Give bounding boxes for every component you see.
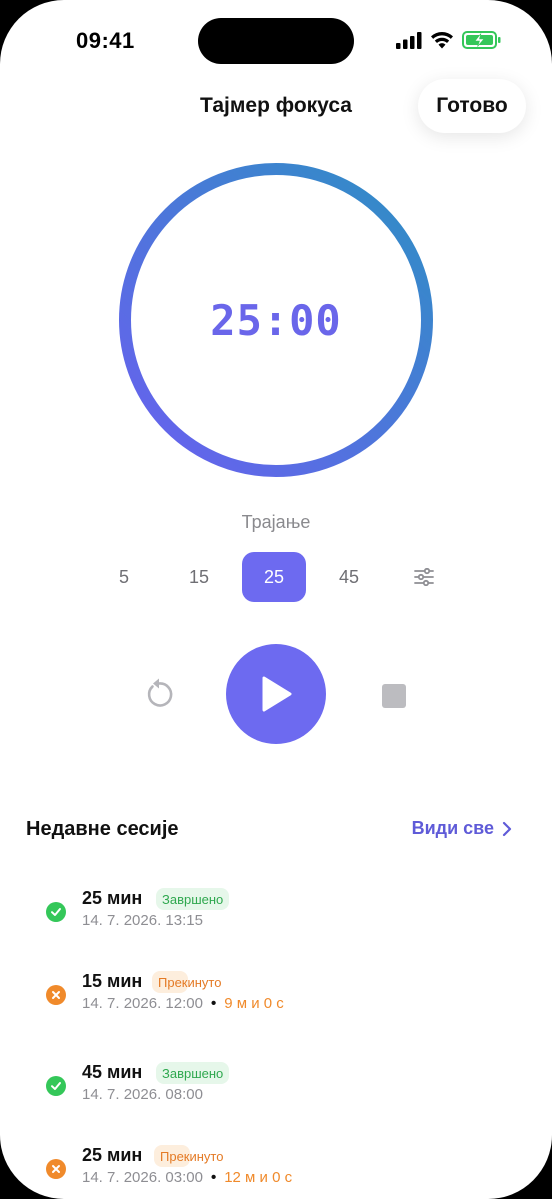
timer-controls bbox=[0, 644, 552, 746]
x-icon bbox=[46, 1159, 66, 1179]
x-icon bbox=[46, 985, 66, 1005]
recent-sessions-title: Недавне сесије bbox=[26, 818, 179, 840]
separator-dot: • bbox=[210, 995, 217, 1012]
duration-options: 5 15 25 45 bbox=[92, 552, 467, 602]
stop-button[interactable] bbox=[382, 684, 406, 708]
duration-option-25[interactable]: 25 bbox=[242, 552, 306, 602]
phone-screen: 09:41 Тајмер фокуса Готово 25:00 Трајање… bbox=[0, 0, 552, 1199]
session-meta: 14. 7. 2026. 08:00 bbox=[82, 1086, 203, 1103]
session-elapsed: 12 м и 0 с bbox=[224, 1169, 293, 1186]
sliders-icon bbox=[414, 568, 434, 586]
status-time: 09:41 bbox=[76, 28, 135, 53]
status-badge: Прекинуто bbox=[154, 1145, 223, 1167]
session-duration: 15 мин bbox=[82, 971, 143, 991]
status-badge: Завршено bbox=[156, 888, 230, 910]
session-duration: 45 мин bbox=[82, 1062, 143, 1082]
session-duration: 25 мин bbox=[82, 1145, 143, 1165]
done-button[interactable]: Готово bbox=[418, 79, 526, 133]
status-badge: Завршено bbox=[156, 1062, 230, 1084]
timer-ring: 25:00 bbox=[118, 162, 434, 478]
duration-option-45[interactable]: 45 bbox=[317, 552, 381, 602]
session-row[interactable]: 15 мин Прекинуто 14. 7. 2026. 12:00 • 9 … bbox=[46, 971, 516, 1031]
separator-dot: • bbox=[210, 1169, 217, 1186]
wifi-icon bbox=[431, 32, 453, 49]
chevron-right-icon bbox=[502, 821, 512, 836]
play-button[interactable] bbox=[226, 644, 326, 744]
reset-icon[interactable] bbox=[142, 677, 176, 711]
check-icon bbox=[46, 1076, 66, 1096]
battery-charging-icon bbox=[462, 31, 501, 49]
duration-option-15[interactable]: 15 bbox=[167, 552, 231, 602]
see-all-link[interactable]: Види све bbox=[412, 818, 512, 839]
status-badge: Прекинуто bbox=[152, 971, 221, 993]
play-icon bbox=[262, 676, 292, 712]
signal-icon bbox=[396, 32, 422, 49]
session-date: 14. 7. 2026. 08:00 bbox=[82, 1086, 203, 1103]
session-meta: 14. 7. 2026. 12:00 • 9 м и 0 с bbox=[82, 995, 284, 1012]
duration-option-5[interactable]: 5 bbox=[92, 552, 156, 602]
session-meta: 14. 7. 2026. 03:00 • 12 м и 0 с bbox=[82, 1169, 292, 1186]
duration-label: Трајање bbox=[241, 512, 311, 532]
session-date: 14. 7. 2026. 03:00 bbox=[82, 1169, 203, 1186]
session-elapsed: 9 м и 0 с bbox=[224, 995, 284, 1012]
session-row[interactable]: 25 мин Прекинуто 14. 7. 2026. 03:00 • 12… bbox=[46, 1145, 516, 1199]
session-date: 14. 7. 2026. 12:00 bbox=[82, 995, 203, 1012]
session-date: 14. 7. 2026. 13:15 bbox=[82, 912, 203, 929]
custom-duration-button[interactable] bbox=[392, 552, 456, 602]
see-all-label: Види све bbox=[411, 818, 494, 838]
session-row[interactable]: 45 мин Завршено 14. 7. 2026. 08:00 bbox=[46, 1062, 516, 1122]
session-duration: 25 мин bbox=[82, 888, 143, 908]
status-icons bbox=[396, 30, 502, 50]
timer-display: 25:00 bbox=[210, 295, 342, 345]
session-row[interactable]: 25 мин Завршено 14. 7. 2026. 13:15 bbox=[46, 888, 516, 948]
dynamic-island bbox=[198, 18, 354, 64]
session-meta: 14. 7. 2026. 13:15 bbox=[82, 912, 203, 929]
check-icon bbox=[46, 902, 66, 922]
